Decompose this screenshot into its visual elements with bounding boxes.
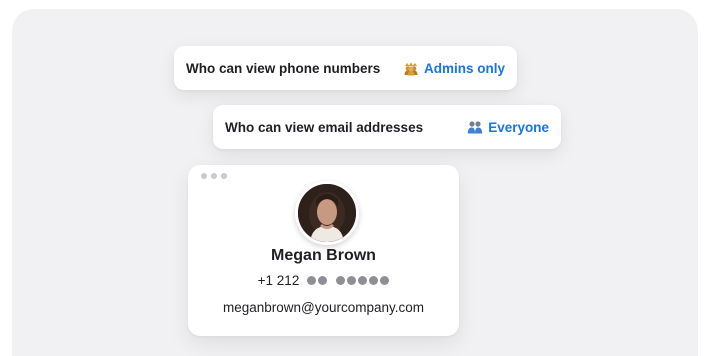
avatar-photo (298, 184, 356, 242)
contact-phone: +1 212 (188, 273, 459, 288)
avatar (295, 181, 359, 245)
mask-dot (318, 276, 328, 285)
background-panel: Who can view phone numbers Admins only W… (12, 9, 698, 356)
mask-dot (347, 276, 357, 285)
mask-dot (336, 276, 346, 285)
contact-name: Megan Brown (271, 247, 376, 264)
email-visibility-label: Who can view email addresses (225, 119, 424, 135)
phone-prefix: +1 212 (257, 273, 300, 288)
mask-dot (358, 276, 368, 285)
window-dot (211, 173, 217, 179)
email-visibility-setting[interactable]: Who can view email addresses Everyone (213, 105, 561, 149)
email-visibility-value[interactable]: Everyone (467, 119, 549, 135)
mask-dot (307, 276, 317, 285)
people-icon (468, 121, 483, 134)
mask-dot (380, 276, 390, 285)
phone-visibility-value-text: Admins only (423, 60, 505, 76)
email-visibility-value-text: Everyone (488, 119, 549, 135)
window-dot (201, 173, 207, 179)
window-dot (221, 173, 227, 179)
phone-visibility-label: Who can view phone numbers (186, 60, 381, 76)
phone-masked-digits (307, 276, 390, 285)
mask-dot (369, 276, 379, 285)
crown-people-icon (404, 62, 418, 76)
contact-card: Megan Brown +1 212 meganbrown@yourcompan… (188, 165, 459, 336)
contact-email: meganbrown@yourcompany.com (222, 300, 425, 315)
phone-visibility-setting[interactable]: Who can view phone numbers Admins only (174, 46, 517, 90)
window-dots (201, 173, 227, 179)
phone-visibility-value[interactable]: Admins only (403, 60, 505, 76)
